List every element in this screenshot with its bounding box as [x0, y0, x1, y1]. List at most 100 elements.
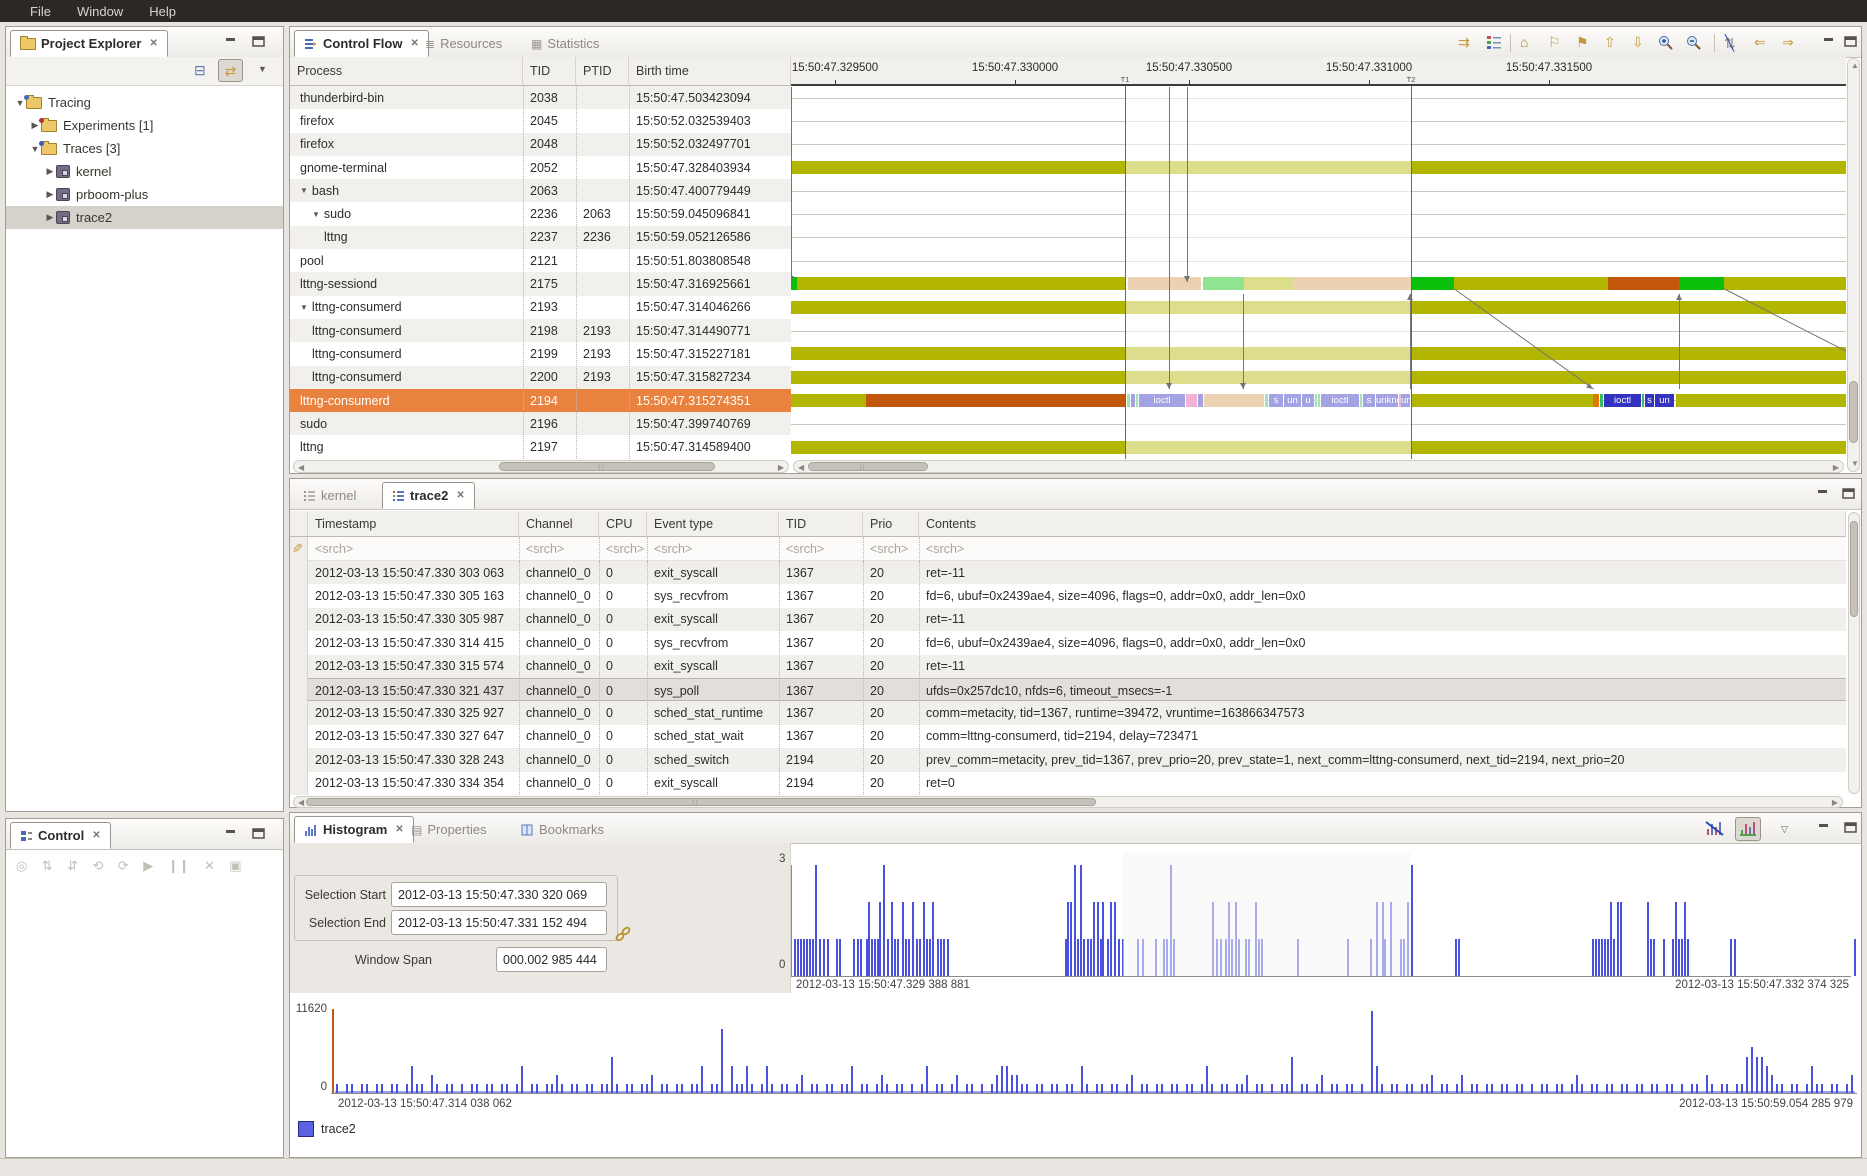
process-row-2038[interactable]: thunderbird-bin203815:50:47.503423094: [290, 86, 791, 109]
view-menu-icon[interactable]: ▼: [258, 64, 267, 74]
process-row-2198[interactable]: lttng-consumerd2198219315:50:47.31449077…: [290, 319, 791, 342]
follow-next-event-icon[interactable]: ⇒: [1782, 35, 1794, 49]
gantt-segment[interactable]: [791, 394, 866, 407]
process-row-2045[interactable]: firefox204515:50:52.032539403: [290, 109, 791, 132]
gantt-segment[interactable]: [1724, 277, 1846, 290]
tab-project-explorer[interactable]: Project Explorer ✕: [10, 30, 168, 57]
process-row-2237[interactable]: lttng2237223615:50:59.052126586: [290, 226, 791, 249]
search-field-channel[interactable]: <srch>: [519, 537, 599, 561]
tab-control-flow[interactable]: Control Flow ✕: [294, 30, 429, 57]
maximize-icon[interactable]: [252, 828, 266, 839]
minimize-icon[interactable]: [1822, 36, 1836, 47]
column-header-prio[interactable]: Prio: [863, 511, 919, 537]
search-field-tid[interactable]: <srch>: [779, 537, 863, 561]
window-position-marker[interactable]: [332, 1009, 334, 1093]
gantt-segment[interactable]: [1411, 277, 1454, 290]
process-table-hscrollbar[interactable]: ◀ ⁝⁝ ▶: [293, 460, 789, 473]
tab-kernel[interactable]: kernel: [294, 482, 365, 509]
column-header-birth-time[interactable]: Birth time: [629, 57, 791, 86]
process-row-2194[interactable]: lttng-consumerd219415:50:47.315274351: [290, 389, 791, 412]
link-with-editor-button[interactable]: ⇄: [218, 59, 243, 82]
gantt-segment[interactable]: [1411, 394, 1593, 407]
timeline-gantt[interactable]: ioctlsunuioctlsunknounioctlsun: [791, 86, 1846, 459]
process-row-2048[interactable]: firefox204815:50:52.032497701: [290, 133, 791, 156]
new-connection-icon[interactable]: ◎: [16, 858, 27, 873]
tab-bookmarks[interactable]: Bookmarks: [512, 816, 613, 843]
collapse-arrow-icon[interactable]: ▼: [312, 210, 320, 219]
link-selection-icon[interactable]: [614, 925, 632, 943]
search-field-contents[interactable]: <srch>: [919, 537, 1846, 561]
search-field-prio[interactable]: <srch>: [863, 537, 919, 561]
gantt-segment-ioctl[interactable]: ioctl: [1604, 394, 1641, 407]
tab-statistics[interactable]: ▦ Statistics: [522, 30, 608, 57]
minimize-icon[interactable]: [1817, 822, 1831, 833]
search-field-event-type[interactable]: <srch>: [647, 537, 779, 561]
view-menu-icon[interactable]: ▽: [1781, 824, 1788, 835]
gantt-segment[interactable]: [797, 277, 1125, 290]
start-trace-icon[interactable]: ▶: [143, 858, 153, 873]
tree-item-prboom-plus[interactable]: ▶prboom-plus: [6, 183, 283, 206]
follow-prev-event-icon[interactable]: ⇐: [1754, 35, 1766, 49]
align-views-icon[interactable]: ⇉: [1458, 35, 1470, 49]
tab-trace2[interactable]: trace2 ✕: [382, 482, 475, 509]
process-row-2193[interactable]: ▼lttng-consumerd219315:50:47.314046266: [290, 296, 791, 319]
column-header-ptid[interactable]: PTID: [576, 57, 629, 86]
event-row[interactable]: 2012-03-13 15:50:47.330 305 163channel0_…: [308, 584, 1846, 607]
selection-start-line[interactable]: [1125, 86, 1126, 459]
timeline-hscrollbar[interactable]: ◀ ⁝⁝ ▶: [793, 460, 1844, 473]
process-row-2063[interactable]: ▼bash206315:50:47.400779449: [290, 179, 791, 202]
minimize-icon[interactable]: [1816, 488, 1830, 499]
show-legend-icon[interactable]: [1486, 35, 1502, 49]
gantt-segment[interactable]: [1600, 394, 1603, 407]
connect-icon[interactable]: ⇅: [42, 858, 53, 873]
gantt-segment[interactable]: [866, 394, 1125, 407]
search-field-cpu[interactable]: <srch>: [599, 537, 647, 561]
expand-arrow-icon[interactable]: ▶: [44, 189, 56, 200]
time-ruler[interactable]: 15:50:47.32950015:50:47.33000015:50:47.3…: [791, 57, 1846, 86]
gantt-segment[interactable]: [1676, 394, 1846, 407]
gantt-segment[interactable]: [1608, 277, 1679, 290]
zoom-out-icon[interactable]: [1686, 35, 1702, 50]
maximize-icon[interactable]: [1842, 488, 1856, 499]
process-row-2196[interactable]: sudo219615:50:47.399740769: [290, 412, 791, 435]
search-field-timestamp[interactable]: <srch>: [308, 537, 519, 561]
tree-item-experiments-1-[interactable]: ▶Experiments [1]: [6, 114, 283, 137]
refresh-icon[interactable]: ⟲: [93, 858, 104, 873]
column-header-cpu[interactable]: CPU: [599, 511, 647, 537]
collapse-arrow-icon[interactable]: ▼: [300, 186, 308, 195]
collapse-all-icon[interactable]: ⊟: [194, 63, 206, 77]
event-row[interactable]: 2012-03-13 15:50:47.330 314 415channel0_…: [308, 631, 1846, 654]
menu-help[interactable]: Help: [149, 4, 176, 19]
hide-lost-events-icon[interactable]: [1705, 820, 1725, 836]
expand-arrow-icon[interactable]: ▶: [44, 212, 56, 223]
process-row-2175[interactable]: lttng-sessiond217515:50:47.316925661: [290, 272, 791, 295]
events-search-row[interactable]: <srch><srch><srch><srch><srch><srch><src…: [308, 537, 1846, 561]
event-row[interactable]: 2012-03-13 15:50:47.330 328 243channel0_…: [308, 748, 1846, 771]
event-row[interactable]: 2012-03-13 15:50:47.330 315 574channel0_…: [308, 655, 1846, 678]
previous-marker-icon[interactable]: ⚐: [1548, 35, 1561, 49]
gantt-segment[interactable]: [1642, 394, 1644, 407]
selection-start-field[interactable]: 2012-03-13 15:50:47.330 320 069: [391, 882, 607, 907]
column-header-tid[interactable]: TID: [523, 57, 576, 86]
event-row[interactable]: 2012-03-13 15:50:47.330 321 437channel0_…: [308, 678, 1846, 701]
selection-end-field[interactable]: 2012-03-13 15:50:47.331 152 494: [391, 910, 607, 935]
gantt-segment[interactable]: [1679, 277, 1724, 290]
tab-control[interactable]: Control ✕: [10, 822, 111, 849]
event-row[interactable]: 2012-03-13 15:50:47.330 327 647channel0_…: [308, 725, 1846, 748]
selection-end-line[interactable]: [1411, 86, 1412, 459]
expand-arrow-icon[interactable]: ▶: [44, 166, 56, 177]
menu-window[interactable]: Window: [77, 4, 123, 19]
show-traces-button[interactable]: [1735, 817, 1761, 841]
process-row-2197[interactable]: lttng219715:50:47.314589400: [290, 436, 791, 459]
column-header-process[interactable]: Process: [290, 57, 523, 86]
hide-arrows-icon[interactable]: ⇅╲: [1724, 35, 1736, 52]
process-row-2121[interactable]: pool212115:50:51.803808548: [290, 249, 791, 272]
column-header-event-type[interactable]: Event type: [647, 511, 779, 537]
events-vscrollbar[interactable]: [1848, 512, 1860, 794]
tab-histogram[interactable]: Histogram ✕: [294, 816, 414, 843]
column-header-tid[interactable]: TID: [779, 511, 863, 537]
maximize-icon[interactable]: [1844, 822, 1858, 833]
small-histogram[interactable]: [791, 843, 1857, 993]
snapshot-icon[interactable]: ▣: [229, 858, 241, 873]
tab-properties[interactable]: ▤ Properties: [402, 816, 496, 843]
